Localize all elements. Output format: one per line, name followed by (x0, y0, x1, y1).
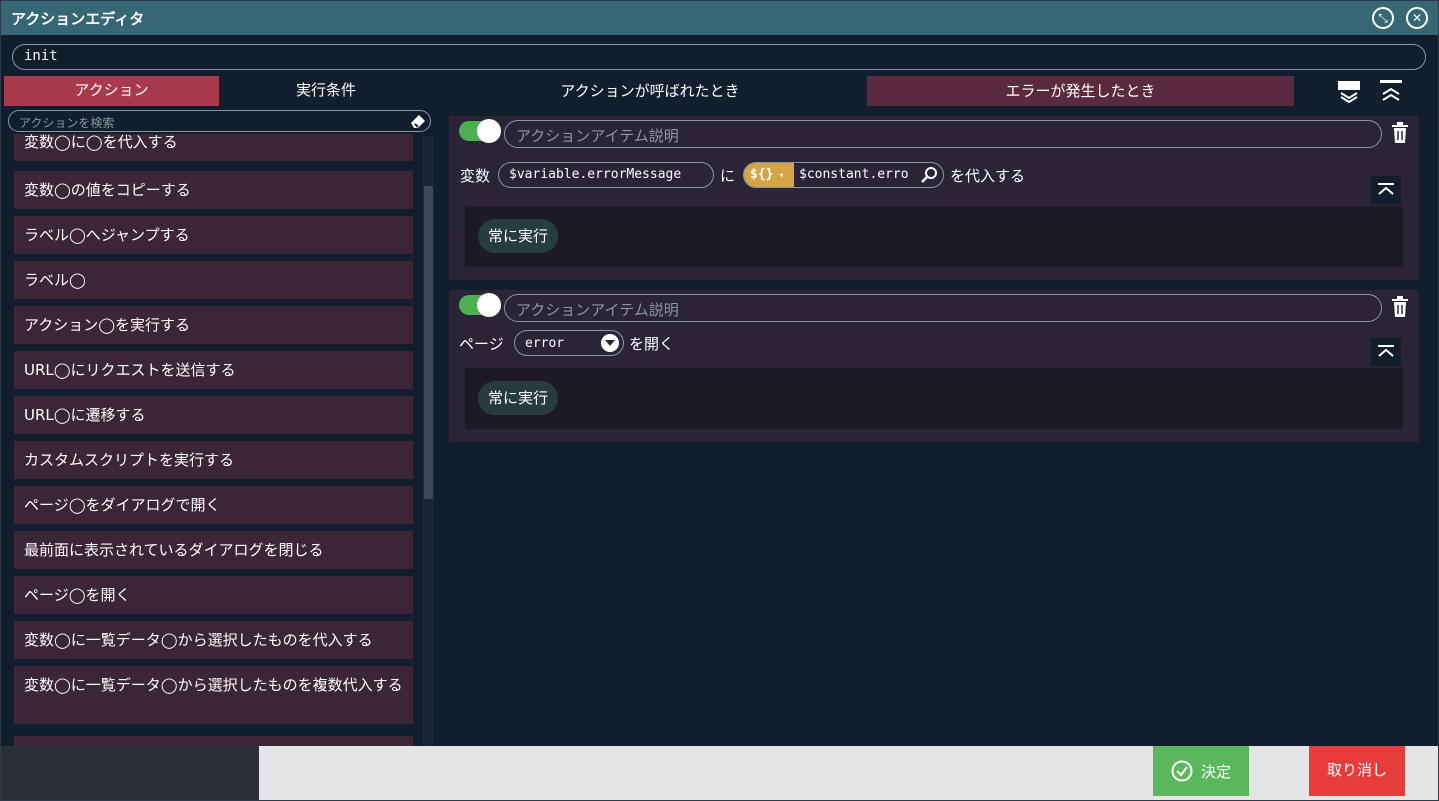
enable-toggle[interactable] (459, 293, 501, 317)
list-item[interactable]: カスタムスクリプトを実行する (14, 441, 413, 479)
condition-area: 常に実行 (465, 368, 1403, 429)
scrollbar-thumb[interactable] (424, 186, 433, 499)
tab-condition[interactable]: 実行条件 (219, 76, 433, 106)
expression-value[interactable]: $constant.erro (799, 167, 909, 182)
action-editor-window: アクションエディタ ⤡ ✕ init アクション 実行条件 アクションが呼ばれた… (0, 0, 1439, 801)
condition-area: 常に実行 (465, 206, 1403, 267)
ok-label: 決定 (1201, 763, 1232, 781)
action-items-panel: アクションアイテム説明 変数 $variable.errorMessage に … (437, 106, 1434, 746)
list-item[interactable]: 変数◯の値をコピーする (14, 171, 413, 209)
list-item[interactable]: ラベル◯ (14, 261, 413, 299)
list-item[interactable]: 変数◯に一覧データ◯から選択したものを複数代入する (14, 666, 413, 724)
page-select[interactable]: error (514, 330, 624, 356)
search-icon[interactable] (921, 166, 939, 184)
list-item[interactable]: 変数◯に◯を代入する (14, 134, 413, 161)
ok-button[interactable]: 決定 (1153, 746, 1249, 796)
expand-all-icon[interactable] (1337, 78, 1361, 104)
eraser-icon[interactable] (409, 112, 427, 130)
close-icon[interactable]: ✕ (1406, 7, 1428, 29)
list-item[interactable]: アクション◯を実行する (14, 306, 413, 344)
variable-field[interactable]: $variable.errorMessage (498, 162, 714, 188)
item-prefix: 変数 (460, 167, 491, 185)
condition-badge[interactable]: 常に実行 (478, 381, 559, 415)
chevron-down-icon (601, 334, 619, 352)
trash-icon[interactable] (1391, 296, 1409, 318)
tab-bar: アクション 実行条件 アクションが呼ばれたとき エラーが発生したとき (4, 76, 1434, 106)
list-item[interactable]: ラベル◯へジャンプする (14, 216, 413, 254)
tab-action[interactable]: アクション (4, 76, 219, 106)
list-item[interactable] (14, 736, 413, 746)
item-middle: に (720, 167, 736, 185)
window-title: アクションエディタ (11, 10, 145, 28)
item-prefix: ページ (459, 335, 504, 353)
list-item[interactable]: ページ◯を開く (14, 576, 413, 614)
list-item[interactable]: URL◯に遷移する (14, 396, 413, 434)
item-suffix: を代入する (950, 167, 1026, 185)
list-item[interactable]: ページ◯をダイアログで開く (14, 486, 413, 524)
footer-bar: 決定 取り消し (1, 746, 1438, 800)
item-suffix: を開く (629, 335, 675, 353)
item-description-input[interactable]: アクションアイテム説明 (504, 294, 1382, 322)
list-item[interactable]: 変数◯に一覧データ◯から選択したものを代入する (14, 621, 413, 659)
action-list: 変数◯に◯を代入する 変数◯の値をコピーする ラベル◯へジャンプする ラベル◯ … (4, 134, 434, 746)
footer-left-area (1, 746, 259, 800)
action-palette: アクションを検索 変数◯に◯を代入する 変数◯の値をコピーする ラベル◯へジャン… (4, 106, 434, 746)
collapse-icon[interactable] (1371, 338, 1401, 366)
action-search-input[interactable]: アクションを検索 (8, 110, 431, 132)
list-item[interactable]: URL◯にリクエストを送信する (14, 351, 413, 389)
condition-badge[interactable]: 常に実行 (478, 219, 559, 253)
page-select-value: error (525, 336, 565, 351)
tab-on-called[interactable]: アクションが呼ばれたとき (434, 76, 866, 106)
check-circle-icon (1171, 760, 1193, 782)
action-item-card: アクションアイテム説明 ページ error を開く 常に実行 (449, 290, 1419, 442)
trash-icon[interactable] (1391, 122, 1409, 144)
title-bar: アクションエディタ ⤡ ✕ (1, 1, 1438, 35)
enable-toggle[interactable] (459, 119, 501, 143)
action-item-card: アクションアイテム説明 変数 $variable.errorMessage に … (449, 116, 1419, 280)
action-name-input[interactable]: init (12, 44, 1426, 70)
item-description-input[interactable]: アクションアイテム説明 (504, 120, 1382, 148)
expression-type-toggle[interactable]: ${} ▾ (744, 163, 794, 187)
collapse-all-icon[interactable] (1379, 78, 1403, 104)
list-item[interactable]: 最前面に表示されているダイアログを閉じる (14, 531, 413, 569)
expression-field[interactable]: ${} ▾ $constant.erro (743, 162, 944, 188)
tab-on-error[interactable]: エラーが発生したとき (867, 76, 1294, 106)
collapse-icon[interactable] (1371, 176, 1401, 204)
cancel-button[interactable]: 取り消し (1309, 746, 1405, 796)
restore-icon[interactable]: ⤡ (1372, 7, 1394, 29)
